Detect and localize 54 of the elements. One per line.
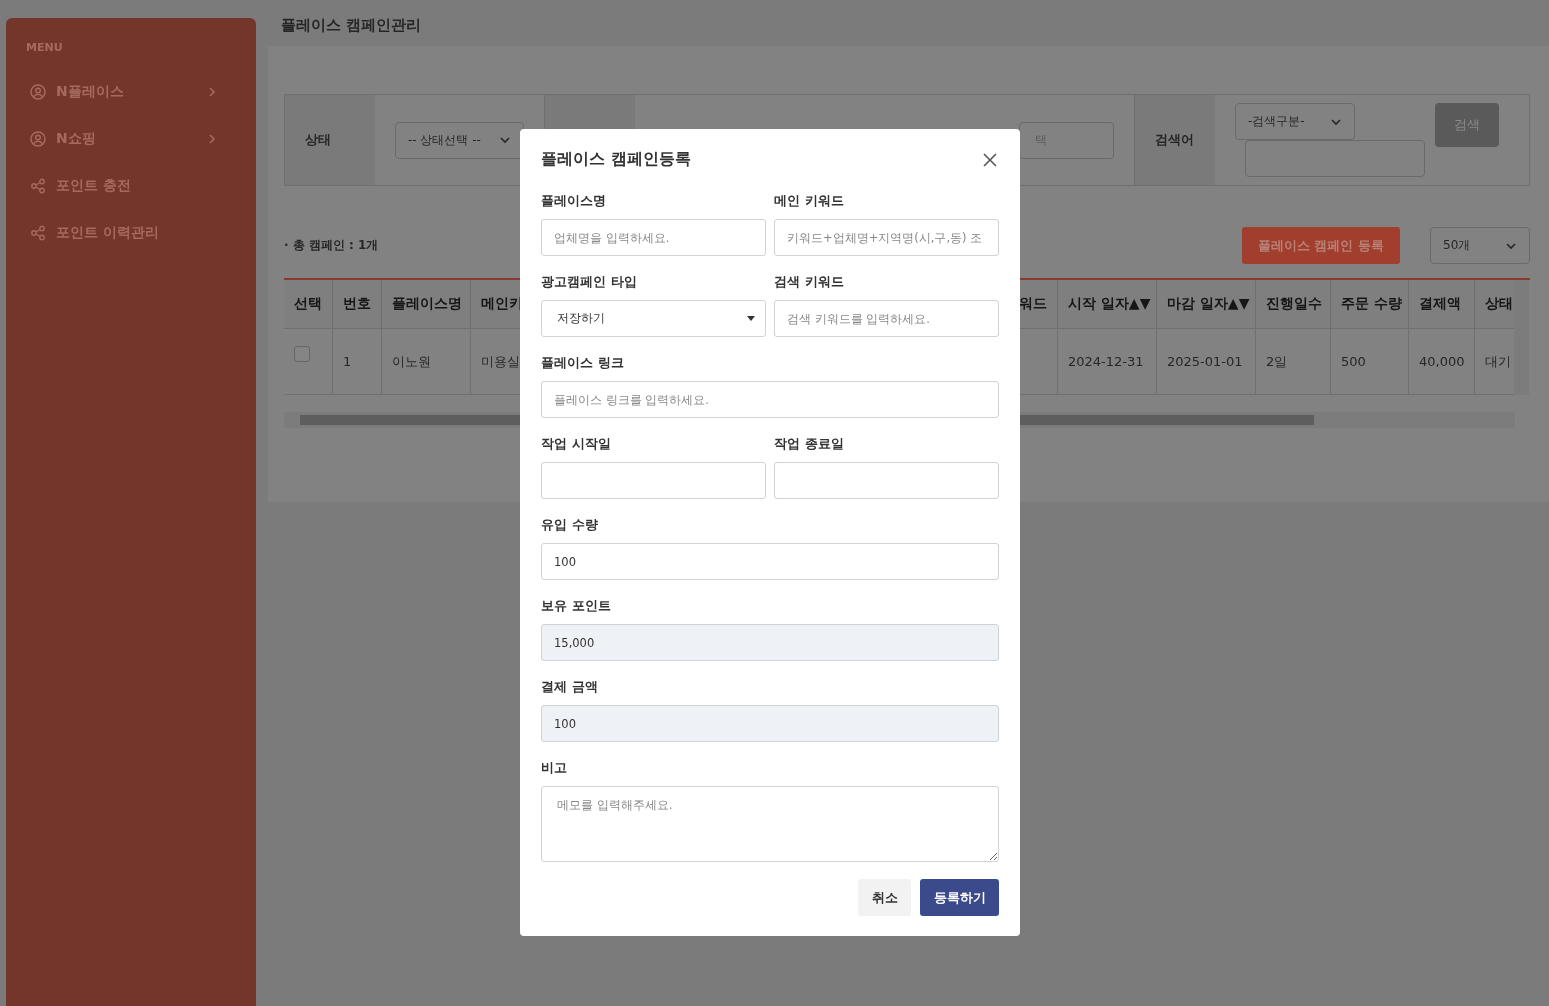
field-label: 작업 종료일 [774,435,845,453]
input-field[interactable]: 플레이스 링크를 입력하세요. [541,381,999,418]
column-header: 선택 [284,280,333,329]
field-label: 플레이스 링크 [541,354,625,372]
user-circle-icon [30,130,46,147]
input-field[interactable] [774,462,999,499]
table-cell: 이노원 [382,329,471,395]
field-label: 메인 키워드 [774,192,845,210]
page-size-select[interactable]: 50개 [1430,227,1530,264]
table-cell: 2025-01-01 [1157,329,1256,395]
page-title: 플레이스 캠페인관리 [280,15,423,36]
column-header: 주문 수량 [1331,280,1409,329]
input-field[interactable] [541,462,766,499]
field-label: 플레이스명 [541,192,607,210]
chevron-right-icon [206,132,218,145]
submit-button[interactable]: 등록하기 [920,879,999,916]
campaign-count: · 총 캠페인 : 1개 [284,237,379,254]
table-cell: 2일 [1256,329,1331,395]
column-header: 진행일수 [1256,280,1331,329]
column-header: 결제액 [1409,280,1475,329]
chevron-down-icon [499,134,511,146]
type-select[interactable]: 저장하기 [541,300,766,337]
table-cell: 40,000 [1409,329,1475,395]
column-header: 마감 일자▲▼ [1157,280,1256,329]
chevron-right-icon [206,85,218,98]
column-header: 번호 [333,280,382,329]
memo-field[interactable]: 메모를 입력해주세요. [541,786,999,862]
field-label: 비고 [541,759,568,777]
share-icon [30,224,46,241]
field-label: 작업 시작일 [541,435,612,453]
input-field[interactable]: 검색 키워드를 입력하세요. [774,300,999,337]
search-input[interactable] [1245,140,1425,177]
row-checkbox[interactable] [294,345,310,362]
table-cell: 500 [1331,329,1409,395]
dialog-title: 플레이스 캠페인등록 [541,149,691,170]
input-field[interactable]: 업체명을 입력하세요. [541,219,766,256]
table-cell: 1 [333,329,382,395]
column-header: 시작 일자▲▼ [1058,280,1157,329]
user-circle-icon [30,83,46,100]
input-field[interactable]: 키워드+업체명+지역명(시,구,동) 조 [774,219,999,256]
input-field[interactable]: 100 [541,543,999,580]
dropdown-caret-icon [747,316,755,321]
share-icon [30,177,46,194]
table-cell: 대기 [1475,329,1514,395]
column-header: 플레이스명 [382,280,471,329]
table-cell: 2024-12-31 [1058,329,1157,395]
filter-label: 상태 [285,95,375,185]
search-type-select[interactable]: -검색구분- [1235,103,1355,140]
field-label: 결제 금액 [541,678,599,696]
field-label: 보유 포인트 [541,597,612,615]
cancel-button[interactable]: 취소 [858,879,911,916]
field-label: 유입 수량 [541,516,599,534]
close-icon[interactable] [981,150,999,169]
filter-label: 검색어 [1135,95,1215,185]
